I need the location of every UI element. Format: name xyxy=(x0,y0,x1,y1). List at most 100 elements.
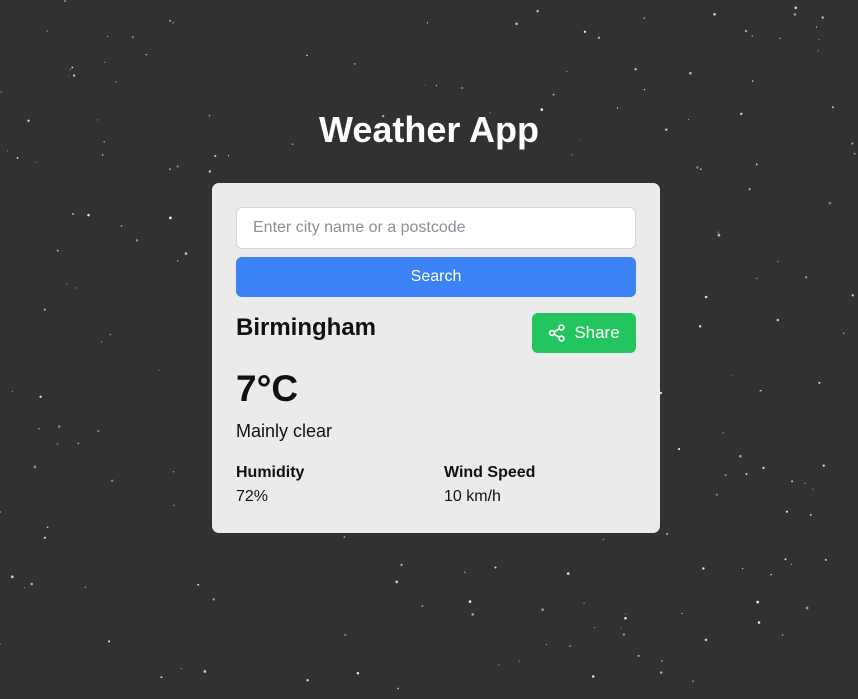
wind-speed-stat: Wind Speed 10 km/h xyxy=(444,463,535,507)
star xyxy=(790,563,793,566)
star xyxy=(622,633,626,636)
star xyxy=(35,161,38,163)
star xyxy=(77,442,80,445)
star xyxy=(104,61,106,63)
star xyxy=(625,613,627,615)
star xyxy=(400,563,403,567)
star xyxy=(696,166,699,169)
star xyxy=(776,260,779,263)
star xyxy=(699,168,702,171)
star xyxy=(781,634,784,636)
star xyxy=(197,583,200,586)
star xyxy=(752,80,754,82)
star xyxy=(97,429,100,433)
star xyxy=(46,30,48,32)
share-icon xyxy=(548,324,566,342)
star xyxy=(426,22,428,24)
star xyxy=(30,582,33,586)
star xyxy=(805,606,809,610)
star xyxy=(566,70,568,73)
star xyxy=(724,474,727,477)
star xyxy=(593,626,596,629)
star xyxy=(824,558,827,562)
star xyxy=(16,156,19,159)
star xyxy=(306,679,309,682)
star xyxy=(160,676,163,679)
weather-card: Search Birmingham Share 7°C Mainly clear… xyxy=(212,183,660,533)
star xyxy=(643,88,646,91)
star xyxy=(643,17,646,19)
star xyxy=(751,35,754,37)
wind-speed-value: 10 km/h xyxy=(444,488,501,505)
temperature-value: 7°C xyxy=(236,368,299,409)
star xyxy=(435,84,438,87)
star xyxy=(11,390,13,392)
star xyxy=(717,233,721,237)
star xyxy=(33,465,37,469)
search-button[interactable]: Search xyxy=(236,257,636,297)
search-input[interactable] xyxy=(236,207,636,249)
star xyxy=(180,668,182,670)
star xyxy=(704,638,708,642)
star xyxy=(39,395,42,398)
star xyxy=(793,13,797,16)
share-button[interactable]: Share xyxy=(532,313,636,353)
star xyxy=(755,163,758,166)
humidity-label: Humidity xyxy=(236,464,305,481)
star xyxy=(785,510,788,513)
star xyxy=(135,239,139,242)
star xyxy=(536,9,539,13)
star xyxy=(87,213,90,217)
star xyxy=(176,165,179,168)
star xyxy=(227,155,230,157)
star xyxy=(71,212,75,215)
star xyxy=(583,602,585,604)
star xyxy=(64,0,67,3)
humidity-stat: Humidity 72% xyxy=(236,463,304,507)
star xyxy=(120,224,123,227)
star xyxy=(208,170,211,173)
star xyxy=(343,633,347,637)
star xyxy=(713,12,716,16)
star xyxy=(172,471,175,473)
star xyxy=(851,294,854,297)
star xyxy=(107,36,109,37)
star xyxy=(660,671,663,674)
star xyxy=(468,600,472,603)
star xyxy=(494,566,497,569)
star xyxy=(423,84,425,86)
star xyxy=(637,654,640,657)
star xyxy=(498,664,500,666)
star xyxy=(853,152,856,155)
star xyxy=(169,216,172,220)
star xyxy=(566,572,570,575)
star xyxy=(602,538,605,541)
star xyxy=(43,536,47,539)
star xyxy=(73,74,76,77)
star xyxy=(110,479,114,483)
star xyxy=(779,37,781,40)
star xyxy=(177,260,179,262)
star xyxy=(842,332,845,334)
star xyxy=(395,580,399,584)
star xyxy=(818,38,820,41)
star xyxy=(821,16,824,19)
star xyxy=(698,325,702,328)
star xyxy=(741,567,744,570)
star xyxy=(812,488,814,490)
star xyxy=(804,482,806,484)
star xyxy=(57,425,61,428)
star xyxy=(66,283,68,286)
star xyxy=(784,558,787,561)
star xyxy=(0,642,1,645)
star xyxy=(471,613,474,616)
star xyxy=(762,466,765,470)
star xyxy=(715,493,719,497)
star xyxy=(571,154,573,156)
star xyxy=(169,19,172,22)
star xyxy=(43,308,46,311)
star xyxy=(730,375,732,377)
star xyxy=(677,447,681,451)
star xyxy=(818,381,821,384)
star xyxy=(0,91,2,93)
